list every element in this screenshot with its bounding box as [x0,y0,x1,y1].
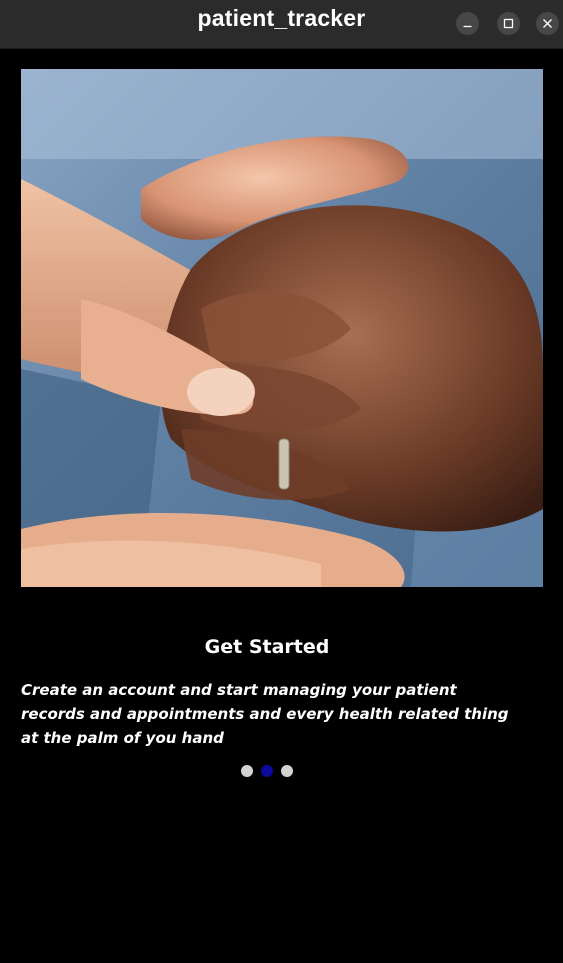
maximize-button[interactable] [497,12,520,35]
app-window: patient_tracker Get Started Create an ac… [0,0,563,963]
holding-hands-illustration [21,69,543,587]
page-indicator [241,765,293,777]
close-button[interactable] [536,12,559,35]
onboarding-heading: Get Started [204,636,330,658]
maximize-icon [503,18,514,29]
page-dot-1[interactable] [241,765,253,777]
onboarding-description: Create an account and start managing you… [21,681,509,747]
minimize-button[interactable] [456,12,479,35]
minimize-icon [463,25,472,28]
page-dot-3[interactable] [281,765,293,777]
page-dot-2-active[interactable] [261,765,273,777]
title-bar[interactable]: patient_tracker [0,0,563,49]
close-icon [543,19,552,28]
hero-image [21,69,543,587]
